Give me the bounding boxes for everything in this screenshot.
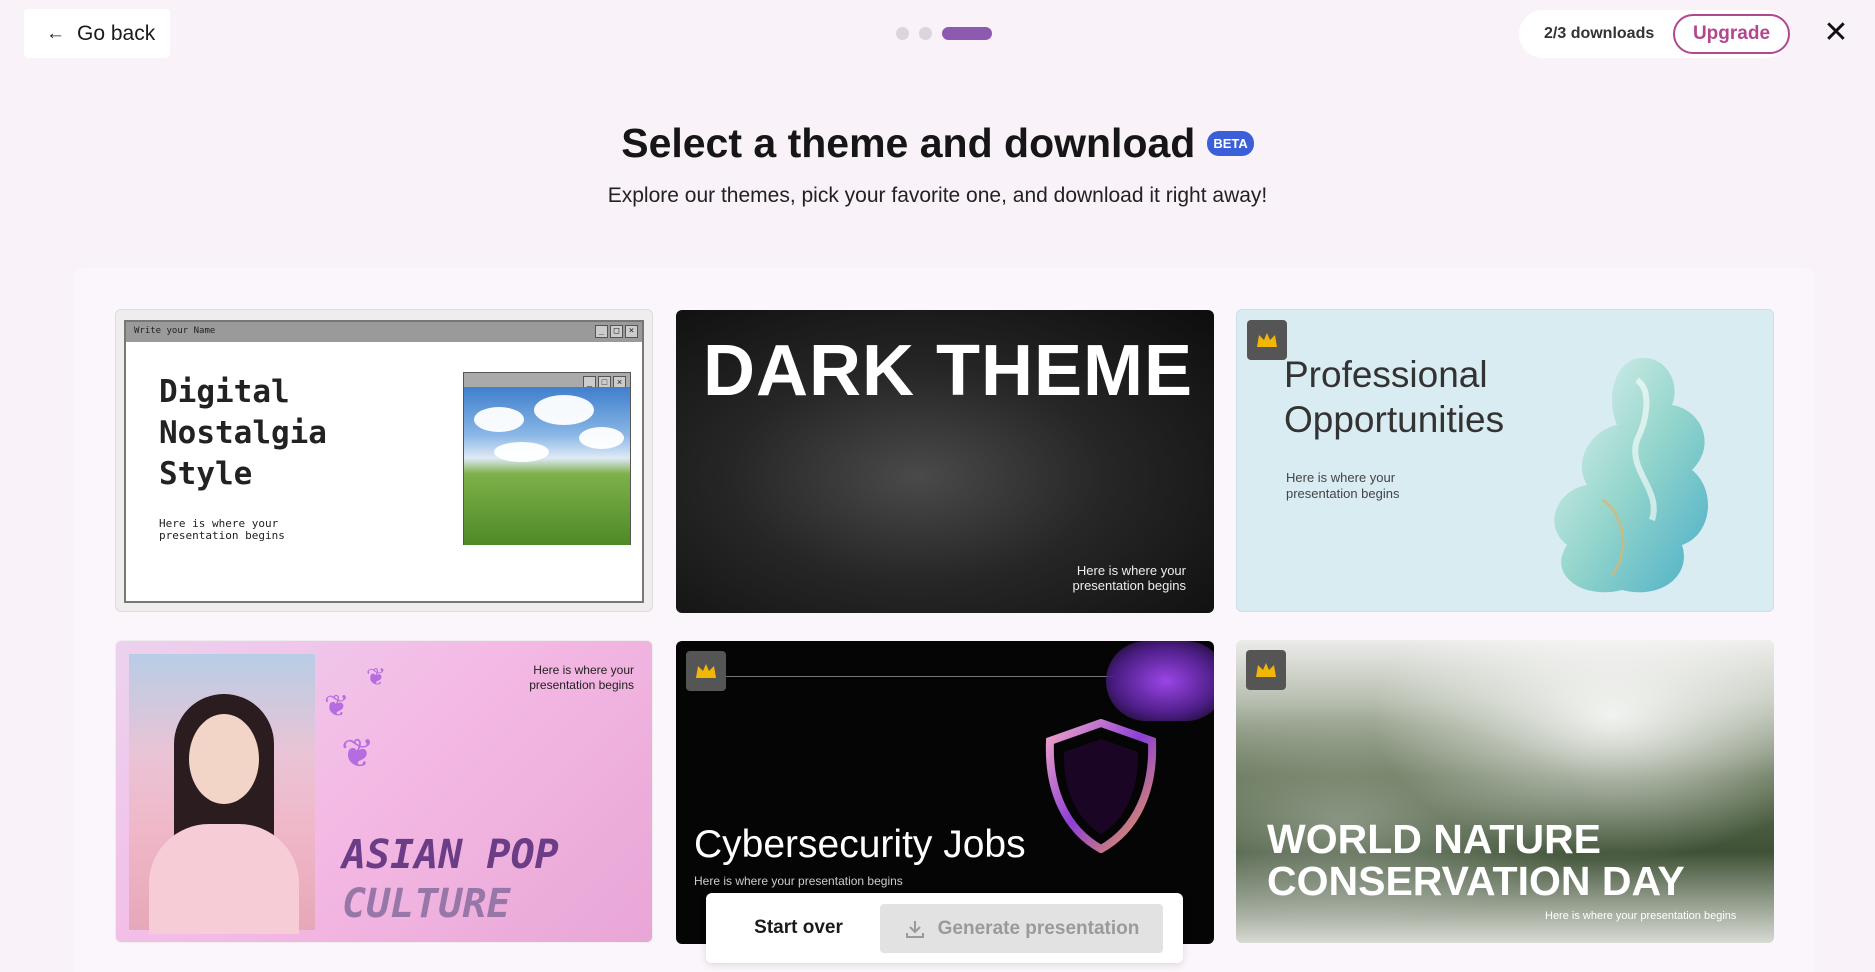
- cloud-shape: [579, 427, 624, 449]
- theme-title: WORLD NATURE CONSERVATION DAY: [1267, 818, 1685, 902]
- theme-subtitle: Here is where your presentation begins: [1286, 470, 1399, 502]
- theme-subtitle: Here is where your presentation begins: [1073, 563, 1186, 593]
- theme-title-line: Digital: [159, 374, 290, 410]
- theme-subtitle: Here is where your presentation begins: [159, 518, 319, 542]
- theme-card-professional-opportunities[interactable]: Professional Opportunities Here is where…: [1236, 309, 1774, 612]
- theme-subtitle-line: presentation begins: [1286, 486, 1400, 501]
- cloud-shape: [474, 407, 524, 432]
- go-back-label: Go back: [77, 21, 156, 45]
- page-title: Select a theme and download BETA: [621, 120, 1254, 167]
- divider-line: [726, 676, 1146, 677]
- crown-icon: [1247, 320, 1287, 360]
- portrait-face: [189, 714, 259, 804]
- theme-subtitle-line: presentation begins: [159, 529, 285, 542]
- theme-subtitle: Here is where your presentation begins: [694, 874, 903, 888]
- download-icon: [905, 920, 924, 938]
- retro-window-title: Write your Name: [134, 326, 216, 336]
- step-indicator: [896, 27, 992, 40]
- theme-subtitle-line: Here is where your: [1286, 470, 1396, 485]
- step-dot-3-active: [942, 27, 992, 40]
- start-over-button[interactable]: Start over: [706, 917, 891, 939]
- theme-title-line: ASIAN POP: [342, 832, 559, 878]
- maximize-icon: □: [610, 325, 623, 338]
- page-title-row: Select a theme and download BETA: [0, 120, 1875, 167]
- minimize-icon: _: [595, 325, 608, 338]
- close-window-icon: ×: [625, 325, 638, 338]
- butterfly-icon: ❦: [324, 690, 350, 723]
- retro-window: Write your Name _ □ × Digital Nostalgia …: [124, 320, 644, 603]
- theme-title: Cybersecurity Jobs: [694, 823, 1026, 866]
- bottom-action-bar: Start over Generate presentation: [706, 893, 1183, 963]
- purple-glass-shape: [1106, 641, 1214, 721]
- theme-card-digital-nostalgia[interactable]: Write your Name _ □ × Digital Nostalgia …: [115, 309, 653, 612]
- butterfly-icon: ❦: [341, 732, 375, 776]
- theme-card-world-nature-conservation-day[interactable]: WORLD NATURE CONSERVATION DAY Here is wh…: [1236, 640, 1774, 943]
- upgrade-button[interactable]: Upgrade: [1673, 14, 1790, 54]
- crown-icon: [686, 651, 726, 691]
- cloud-shape: [534, 395, 594, 425]
- theme-subtitle-line: presentation begins: [529, 678, 634, 692]
- page-subtitle: Explore our themes, pick your favorite o…: [607, 184, 1268, 207]
- page-title-text: Select a theme and download: [621, 120, 1196, 166]
- glass-sculpture-illustration: [1554, 358, 1709, 593]
- theme-card-asian-pop-culture[interactable]: ❦ ❦ ❦ Here is where your presentation be…: [115, 640, 653, 943]
- theme-title: Digital Nostalgia Style: [159, 372, 327, 495]
- shield-illustration: [1045, 719, 1157, 853]
- step-dot-2: [919, 27, 932, 40]
- beta-badge: BETA: [1207, 131, 1254, 156]
- go-back-button[interactable]: ← Go back: [24, 9, 170, 58]
- butterfly-icon: ❦: [366, 664, 387, 691]
- window-controls: _ □ ×: [595, 325, 638, 338]
- theme-subtitle-line: presentation begins: [1072, 578, 1186, 593]
- arrow-left-icon: ←: [46, 22, 65, 44]
- theme-title-line: Nostalgia: [159, 415, 327, 451]
- theme-card-dark-theme[interactable]: DARK THEME Here is where your presentati…: [676, 310, 1214, 613]
- picture-titlebar: _ □ ×: [464, 373, 630, 389]
- crown-icon: [1246, 650, 1286, 690]
- step-dot-1: [896, 27, 909, 40]
- theme-title: ASIAN POP CULTURE: [342, 831, 559, 929]
- hills-image: [464, 387, 630, 545]
- theme-title-line: Professional: [1284, 354, 1488, 395]
- theme-title-line: Style: [159, 456, 253, 492]
- theme-subtitle: Here is where your presentation begins: [1545, 910, 1737, 922]
- close-icon[interactable]: ✕: [1821, 18, 1851, 48]
- theme-title-line: CULTURE: [342, 881, 511, 927]
- theme-title: Professional Opportunities: [1284, 352, 1504, 442]
- theme-title-line: CONSERVATION DAY: [1267, 858, 1685, 904]
- theme-title: DARK THEME: [703, 331, 1193, 411]
- portrait-photo: [129, 654, 315, 934]
- cloud-shape: [494, 442, 549, 462]
- theme-subtitle-line: Here is where your: [1076, 563, 1186, 578]
- generate-presentation-label: Generate presentation: [937, 917, 1140, 939]
- landscape-picture: _ □ ×: [463, 372, 631, 545]
- theme-title-line: WORLD NATURE: [1267, 816, 1602, 862]
- retro-window-titlebar: Write your Name _ □ ×: [126, 322, 642, 342]
- theme-title-line: Opportunities: [1284, 399, 1505, 440]
- theme-subtitle: Here is where your presentation begins: [529, 663, 634, 693]
- portrait-body: [149, 824, 299, 934]
- generate-presentation-button[interactable]: Generate presentation: [880, 904, 1163, 953]
- theme-subtitle-line: Here is where your: [533, 663, 634, 677]
- downloads-count: 2/3 downloads: [1544, 25, 1655, 42]
